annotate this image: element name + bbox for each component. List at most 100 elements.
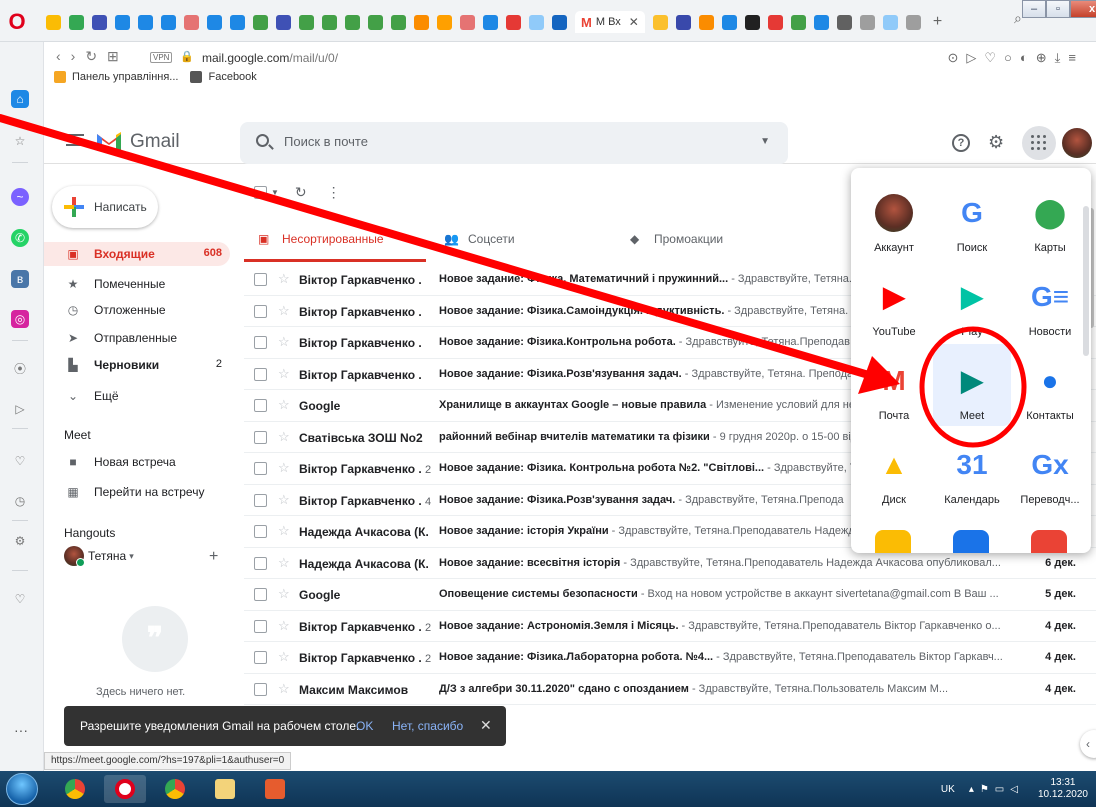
url-field[interactable]: mail.google.com/mail/u/0/ bbox=[202, 51, 338, 65]
app-tile-calendar[interactable]: 31 Календарь bbox=[933, 428, 1011, 510]
star-icon[interactable]: ☆ bbox=[278, 429, 290, 445]
taskbar-explorer[interactable] bbox=[204, 775, 246, 803]
bookmark-facebook[interactable]: Facebook bbox=[190, 71, 257, 83]
address-bar-actions[interactable]: ⊙▷♡○◐⊕⤓≡ bbox=[948, 50, 1084, 66]
flow-icon[interactable]: ▷ bbox=[11, 400, 29, 418]
heart-icon[interactable]: ♡ bbox=[11, 452, 29, 470]
account-avatar[interactable] bbox=[1062, 128, 1092, 158]
select-dropdown-icon[interactable]: ▼ bbox=[271, 188, 279, 197]
tab-favicon-icon[interactable] bbox=[276, 14, 291, 30]
app-tile-news[interactable]: G≡ Новости bbox=[1011, 260, 1089, 342]
star-icon[interactable]: ☆ bbox=[278, 492, 290, 508]
app-tile-maps[interactable]: ⬤ Карты bbox=[1011, 176, 1089, 258]
row-checkbox[interactable] bbox=[254, 304, 267, 318]
vpn-badge[interactable]: VPN bbox=[150, 52, 173, 63]
instagram-icon[interactable]: ◎ bbox=[11, 310, 29, 328]
snackbar-ok-button[interactable]: OK bbox=[356, 719, 373, 733]
apps-popup-scrollbar[interactable] bbox=[1083, 206, 1089, 356]
start-button[interactable] bbox=[6, 773, 38, 805]
tab-favicon-icon[interactable] bbox=[184, 14, 199, 30]
tab-favicon-icon[interactable] bbox=[437, 14, 452, 30]
side-panel-toggle[interactable]: ‹ bbox=[1080, 730, 1096, 758]
tab-favicon-icon[interactable] bbox=[46, 14, 61, 30]
tab-search-icon[interactable]: ⌕ bbox=[1014, 10, 1022, 27]
nav-item-3[interactable]: ➤ Отправленные bbox=[44, 326, 230, 350]
bookmark-star-icon[interactable]: ☆ bbox=[11, 132, 29, 150]
tab-favicon-icon[interactable] bbox=[813, 14, 829, 30]
search-icon[interactable] bbox=[256, 134, 269, 147]
lock-icon[interactable]: 🔒 bbox=[180, 50, 194, 63]
tab-favicon-icon[interactable] bbox=[721, 14, 737, 30]
help-icon[interactable]: ? bbox=[952, 134, 970, 152]
tab-favicon-icon[interactable] bbox=[483, 14, 498, 30]
snackbar-decline-button[interactable]: Нет, спасибо bbox=[392, 719, 463, 733]
maximize-button[interactable]: ▫ bbox=[1046, 0, 1070, 18]
more-options-icon[interactable]: ⋮ bbox=[327, 184, 341, 201]
message-row[interactable]: ☆ Віктор Гаркавченко . 2 Новое задание: Фі… bbox=[244, 642, 1096, 674]
tab-favicon-icon[interactable] bbox=[744, 14, 760, 30]
row-checkbox[interactable] bbox=[254, 525, 267, 538]
app-tile-youtube[interactable]: ▶ YouTube bbox=[855, 260, 933, 342]
row-checkbox[interactable] bbox=[254, 399, 267, 412]
language-indicator[interactable]: UK bbox=[941, 784, 955, 795]
app-tile-translate[interactable]: Gx Переводч... bbox=[1011, 428, 1089, 510]
row-checkbox[interactable] bbox=[254, 682, 267, 696]
taskbar-chrome[interactable] bbox=[54, 775, 96, 803]
tab-favicon-icon[interactable] bbox=[675, 14, 691, 30]
row-checkbox[interactable] bbox=[254, 619, 267, 633]
row-checkbox[interactable] bbox=[254, 556, 267, 570]
tab-favicon-icon[interactable] bbox=[253, 14, 268, 30]
star-icon[interactable]: ☆ bbox=[278, 523, 290, 539]
row-checkbox[interactable] bbox=[254, 462, 267, 475]
tray-icons[interactable]: ▴⚑▭◁ bbox=[969, 784, 1024, 795]
tab-social[interactable]: 👥 Соцсети bbox=[430, 218, 612, 262]
tab-favicon-icon[interactable] bbox=[698, 14, 714, 30]
pinboard-icon[interactable]: ♡ bbox=[11, 590, 29, 608]
tab-favicon-icon[interactable] bbox=[460, 14, 475, 30]
tab-favicon-icon[interactable] bbox=[552, 14, 567, 30]
home-icon[interactable]: ⌂ bbox=[11, 90, 29, 108]
player-icon[interactable]: ⦿ bbox=[11, 360, 29, 378]
app-tile-partial-icon[interactable] bbox=[953, 530, 989, 553]
nav-item-1[interactable]: ★ Помеченные bbox=[44, 272, 230, 296]
search-input[interactable] bbox=[284, 134, 704, 149]
tab-favicon-icon[interactable] bbox=[299, 14, 314, 30]
tab-favicon-icon[interactable] bbox=[115, 14, 130, 30]
tab-promotions[interactable]: ◆ Промоакции bbox=[616, 218, 798, 262]
settings-gear-icon[interactable]: ⚙ bbox=[11, 532, 29, 550]
search-options-icon[interactable]: ▼ bbox=[760, 136, 770, 147]
star-icon[interactable]: ☆ bbox=[278, 366, 290, 382]
app-title[interactable]: Gmail bbox=[130, 131, 180, 153]
messenger-icon[interactable]: ~ bbox=[11, 188, 29, 206]
taskbar-app[interactable] bbox=[254, 775, 296, 803]
nav-item-2[interactable]: ◷ Отложенные bbox=[44, 298, 230, 322]
row-checkbox[interactable] bbox=[254, 651, 267, 664]
nav-item-4[interactable]: ▙ Черновики 2 bbox=[44, 353, 230, 377]
clock[interactable]: 13:31 10.12.2020 bbox=[1038, 777, 1088, 801]
tab-favicon-icon[interactable] bbox=[138, 14, 153, 30]
history-icon[interactable]: ◷ bbox=[11, 492, 29, 510]
message-row[interactable]: ☆ Google Оповещение системы безопасности … bbox=[244, 579, 1096, 611]
row-checkbox[interactable] bbox=[254, 493, 267, 507]
vk-icon[interactable]: в bbox=[11, 270, 29, 288]
star-icon[interactable]: ☆ bbox=[278, 555, 290, 571]
google-apps-button[interactable] bbox=[1022, 126, 1056, 160]
app-tile-account-avatar[interactable]: Аккаунт bbox=[855, 176, 933, 258]
star-icon[interactable]: ☆ bbox=[278, 303, 290, 319]
new-tab-button[interactable]: + bbox=[933, 13, 942, 31]
tab-favicon-icon[interactable] bbox=[414, 14, 429, 30]
tab-favicon-icon[interactable] bbox=[905, 14, 921, 30]
tab-favicon-icon[interactable] bbox=[391, 14, 406, 30]
hangouts-user[interactable]: Тетяна ▾ bbox=[64, 546, 134, 567]
new-meeting-link[interactable]: ■ Новая встреча bbox=[44, 450, 230, 474]
sidebar-more-icon[interactable]: ··· bbox=[14, 722, 28, 738]
bookmark-control-panel[interactable]: Панель управління... bbox=[54, 71, 178, 83]
app-tile-meet[interactable]: ▶ Meet bbox=[933, 344, 1011, 426]
compose-button[interactable]: Написать bbox=[52, 186, 158, 228]
nav-item-0[interactable]: ▣ Входящие 608 bbox=[44, 242, 230, 266]
tab-favicon-icon[interactable] bbox=[345, 14, 360, 30]
message-row[interactable]: ☆ Віктор Гаркавченко . 2 Новое задание: Ас… bbox=[244, 610, 1096, 642]
tab-favicon-icon[interactable] bbox=[161, 14, 176, 30]
app-tile-partial-icon[interactable] bbox=[875, 530, 911, 553]
tab-favicon-icon[interactable] bbox=[368, 14, 383, 30]
